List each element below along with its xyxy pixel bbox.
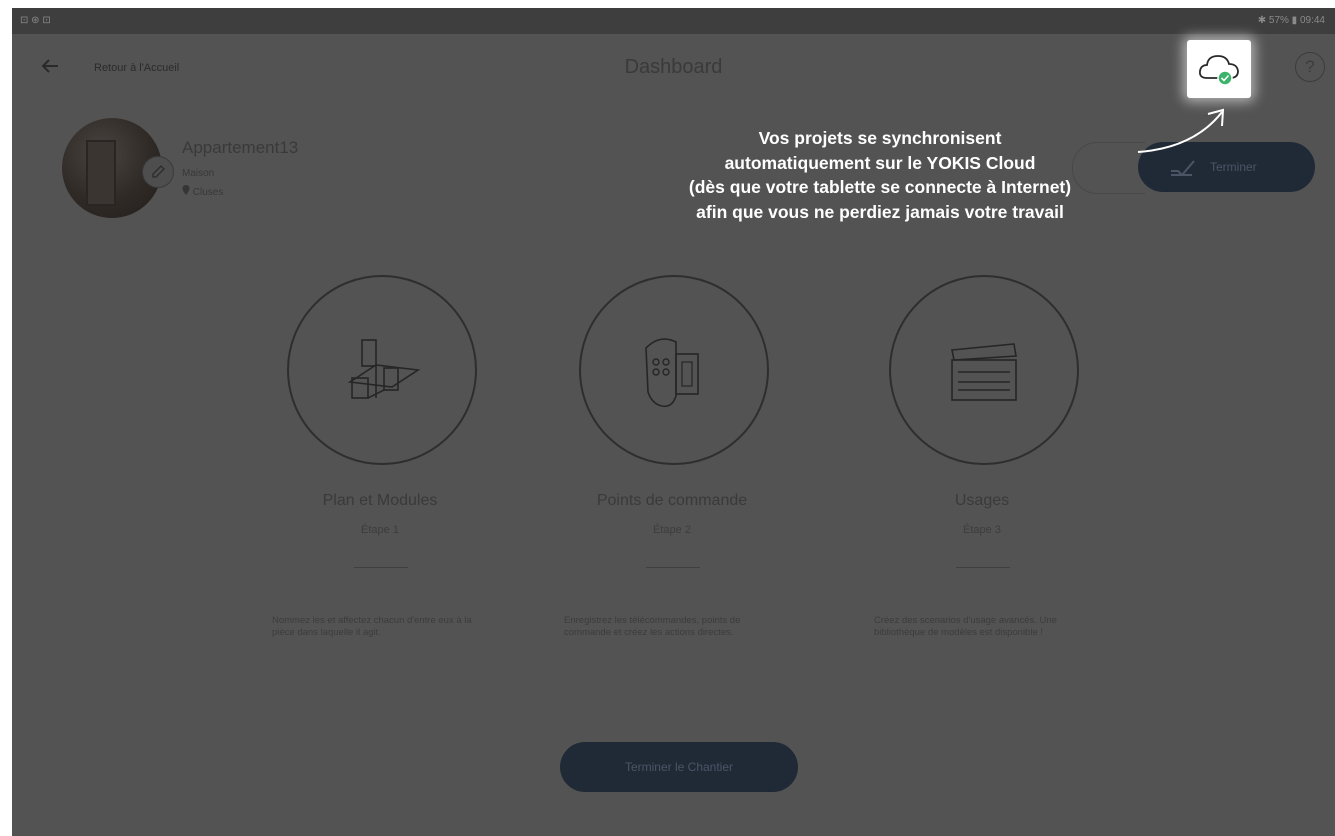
tooltip-arrow: [1137, 108, 1225, 153]
app-bar: Retour à l'Accueil Dashboard: [12, 34, 1335, 104]
finish-site-button[interactable]: Terminer le Chantier: [560, 742, 798, 792]
hand-check-icon: [1171, 160, 1195, 177]
location-pin-icon: [182, 185, 190, 195]
tooltip-line: (dès que votre tablette se connecte à In…: [688, 177, 1072, 197]
project-location: Cluses: [182, 185, 223, 198]
step-description: Enregistrez les télécommandes, points de…: [564, 615, 741, 638]
modules-plan-icon: [347, 339, 421, 399]
status-bar: ⊡ ⊛ ⊡ ✱ 57% ▮ 09:44: [12, 8, 1335, 34]
project-type: Maison: [182, 168, 215, 179]
project-location-label: Cluses: [192, 187, 224, 198]
step-number: Étape 2: [653, 524, 691, 536]
status-icons-right: ✱ 57% ▮ 09:44: [1257, 15, 1325, 26]
app-screen: ⊡ ⊛ ⊡ ✱ 57% ▮ 09:44 Retour à l'Accueil D…: [12, 8, 1335, 836]
step-number: Étape 1: [361, 524, 399, 536]
edit-icon[interactable]: [142, 156, 174, 188]
remote-control-icon: [645, 338, 699, 408]
step-title: Usages: [954, 492, 1010, 509]
page-title: Dashboard: [624, 56, 723, 78]
step-description: Nommez les et affectez chacun d'entre eu…: [272, 615, 472, 638]
cloud-sync-icon: [1198, 55, 1239, 86]
step-title: Points de commande: [596, 492, 748, 509]
step-number: Étape 3: [963, 524, 1001, 536]
status-icons-left: ⊡ ⊛ ⊡: [20, 15, 51, 26]
usage-scenes-icon: [951, 343, 1017, 401]
tooltip-line: automatiquement sur le YOKIS Cloud: [724, 152, 1036, 173]
tooltip-line: Vos projets se synchronisent: [758, 128, 1002, 148]
edit-glyph: [152, 165, 165, 178]
cloud-sync-button[interactable]: [1187, 40, 1251, 98]
help-icon[interactable]: ?: [1295, 52, 1325, 82]
step-divider: [354, 567, 408, 568]
project-name: Appartement13: [182, 138, 299, 157]
step-description: Créez des scenarios d'usage avancés. Une…: [874, 615, 1057, 638]
avatar-door-shape: [86, 140, 116, 206]
step-circle[interactable]: [287, 275, 477, 465]
step-title: Plan et Modules: [322, 492, 438, 509]
step-divider: [646, 567, 700, 568]
step-divider: [956, 567, 1010, 568]
step-circle[interactable]: [579, 275, 769, 465]
tooltip-line: afin que vous ne perdiez jamais votre tr…: [696, 201, 1064, 222]
step-circle[interactable]: [889, 275, 1079, 465]
finish-button-label: Terminer: [1210, 160, 1257, 174]
onboarding-tooltip: Vos projets se synchronisent automatique…: [610, 126, 1150, 224]
